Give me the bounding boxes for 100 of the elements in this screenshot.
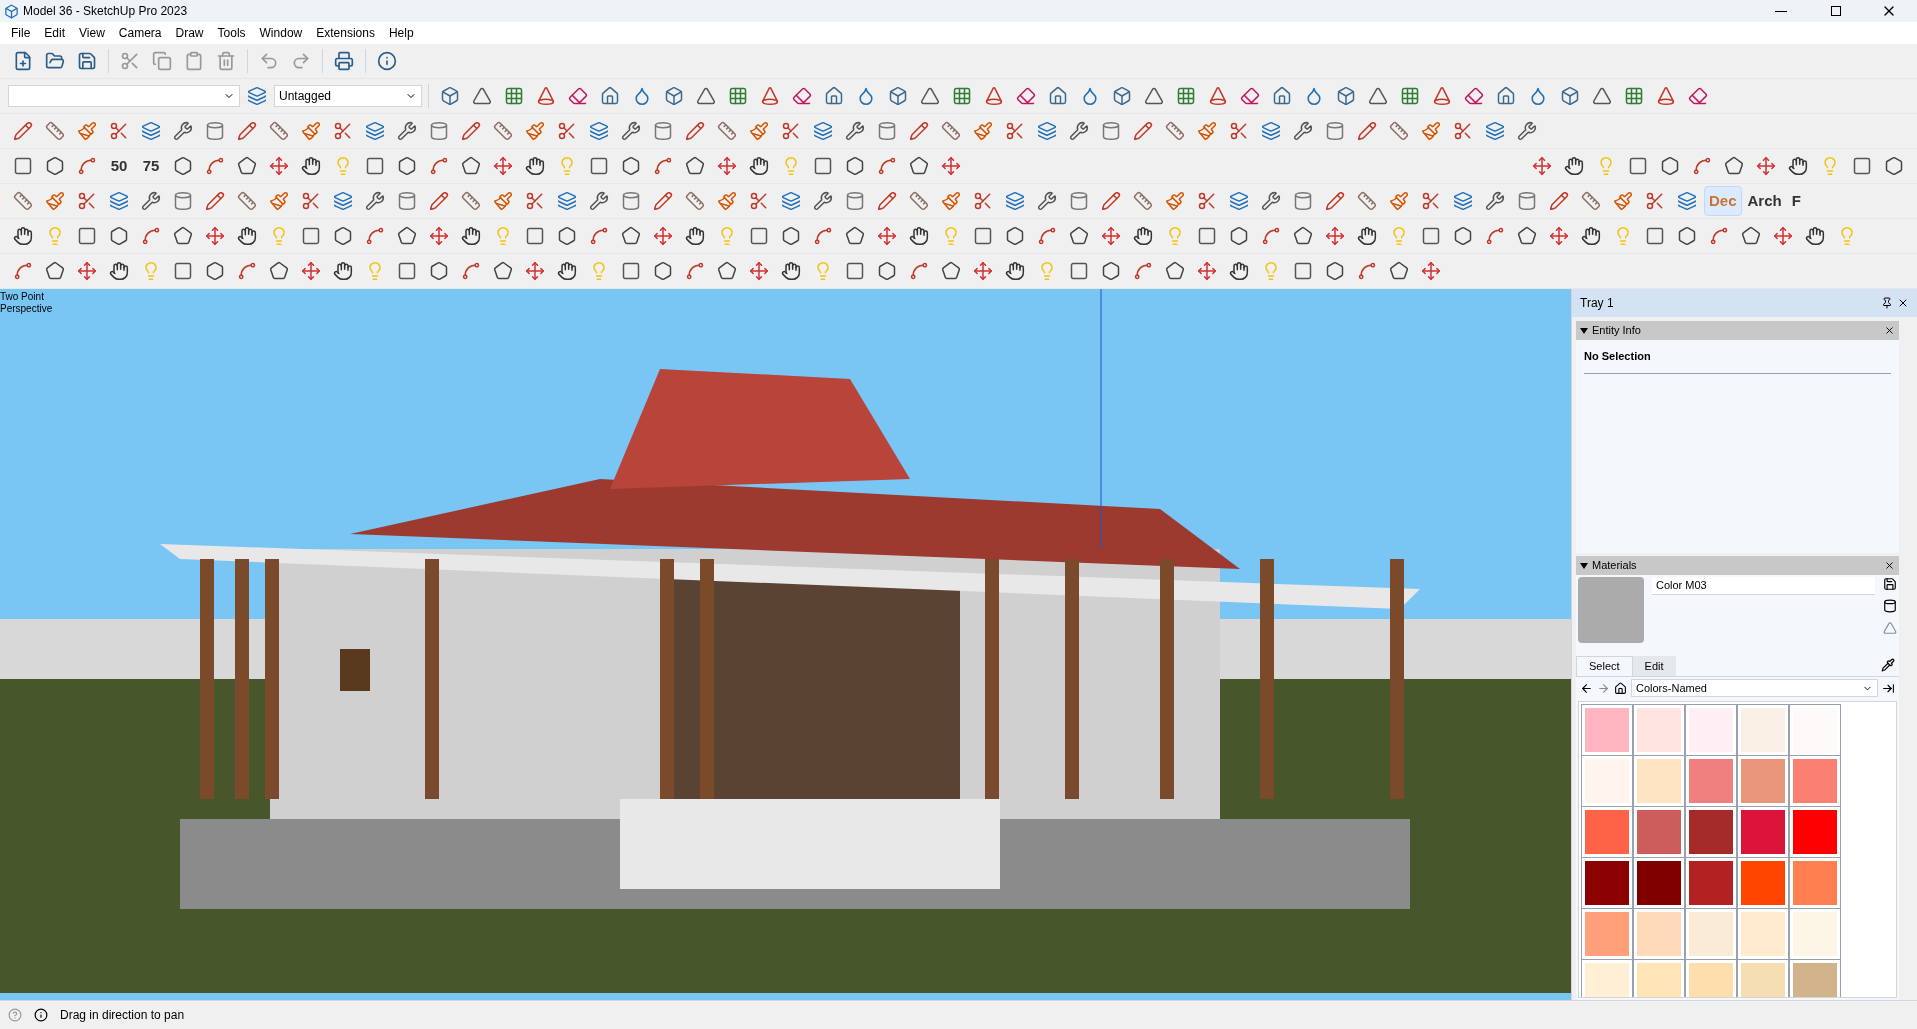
color-swatch[interactable] <box>1582 807 1632 857</box>
color-swatch[interactable] <box>1790 705 1840 755</box>
color-swatch[interactable] <box>1790 909 1840 959</box>
color-swatch[interactable] <box>1634 960 1684 997</box>
color-swatch[interactable] <box>1738 960 1788 997</box>
color-swatch[interactable] <box>1738 858 1788 908</box>
library-select[interactable]: Colors-Named <box>1631 679 1878 697</box>
save-icon[interactable] <box>1883 577 1897 591</box>
color-swatch[interactable] <box>1686 858 1736 908</box>
scissors-icon <box>109 121 129 141</box>
hexagon-icon <box>1005 226 1025 246</box>
help-icon[interactable] <box>8 1008 22 1022</box>
color-swatch[interactable] <box>1686 756 1736 806</box>
paintbrush-icon <box>1613 191 1633 211</box>
panel-header[interactable]: Materials <box>1576 556 1899 575</box>
pentagon-icon <box>1724 156 1744 176</box>
color-swatch[interactable] <box>1686 960 1736 997</box>
color-swatch[interactable] <box>1582 705 1632 755</box>
curve-icon <box>1133 261 1153 281</box>
color-swatch[interactable] <box>1790 756 1840 806</box>
pin-icon[interactable] <box>1881 297 1893 309</box>
pentagon-icon <box>941 261 961 281</box>
menu-item[interactable]: Help <box>381 24 421 42</box>
curve-icon <box>653 156 673 176</box>
curve-icon <box>1709 226 1729 246</box>
color-swatch[interactable] <box>1738 705 1788 755</box>
menu-item[interactable]: Extensions <box>309 24 382 42</box>
material-name-field[interactable]: Color M03 <box>1652 577 1875 595</box>
layers-icon <box>333 191 353 211</box>
layer-field[interactable] <box>8 85 240 107</box>
grid-icon <box>952 86 972 106</box>
new-file-icon <box>13 51 33 71</box>
back-arrow-icon[interactable] <box>1580 681 1593 695</box>
hexagon-icon <box>621 156 641 176</box>
maximize-icon[interactable] <box>1831 6 1841 16</box>
minimize-icon[interactable] <box>1775 10 1787 12</box>
unit-button[interactable]: F <box>1787 186 1805 216</box>
color-swatch[interactable] <box>1582 909 1632 959</box>
close-icon[interactable] <box>1897 297 1909 309</box>
model-viewport[interactable]: Two Point Perspective <box>0 289 1571 1000</box>
color-swatch[interactable] <box>1582 756 1632 806</box>
color-swatch[interactable] <box>1582 960 1632 997</box>
trash-icon <box>216 51 236 71</box>
wrench-icon <box>1293 121 1313 141</box>
curve-icon <box>429 156 449 176</box>
menu-item[interactable]: View <box>72 24 112 42</box>
info-icon <box>377 51 397 71</box>
panel-header[interactable]: Entity Info <box>1576 321 1899 340</box>
color-swatch[interactable] <box>1634 807 1684 857</box>
hand-icon <box>557 261 577 281</box>
color-swatch[interactable] <box>1634 909 1684 959</box>
ruler-icon <box>45 121 65 141</box>
status-message: Drag in direction to pan <box>60 1007 185 1024</box>
eyedropper-icon[interactable] <box>1881 658 1895 672</box>
arrow-icon[interactable] <box>1882 681 1895 695</box>
color-swatch[interactable] <box>1790 807 1840 857</box>
color-swatch[interactable] <box>1686 909 1736 959</box>
cube-icon <box>888 86 908 106</box>
unit-button[interactable]: Arch <box>1743 186 1786 216</box>
paintbrush-icon <box>941 191 961 211</box>
cylinder-icon <box>397 191 417 211</box>
color-swatch[interactable] <box>1582 858 1632 908</box>
color-swatch[interactable] <box>1686 705 1736 755</box>
color-swatch[interactable] <box>1634 756 1684 806</box>
color-swatch[interactable] <box>1634 705 1684 755</box>
scissors-icon <box>1645 191 1665 211</box>
color-swatch[interactable] <box>1634 858 1684 908</box>
color-swatch[interactable] <box>1790 960 1840 997</box>
close-icon[interactable] <box>1884 325 1895 336</box>
materials-tab[interactable]: Edit <box>1632 656 1676 676</box>
menu-item[interactable]: Draw <box>168 24 211 42</box>
number-tool-button[interactable]: 75 <box>136 151 166 181</box>
menu-item[interactable]: File <box>4 24 38 42</box>
triangle-icon[interactable] <box>1883 621 1897 635</box>
color-swatch[interactable] <box>1790 858 1840 908</box>
pencil-icon <box>909 121 929 141</box>
number-tool-button[interactable]: 50 <box>104 151 134 181</box>
menu-item[interactable]: Window <box>252 24 310 42</box>
color-swatch[interactable] <box>1738 909 1788 959</box>
color-swatch[interactable] <box>1738 807 1788 857</box>
materials-tab[interactable]: Select <box>1576 656 1633 676</box>
eraser-icon <box>792 86 812 106</box>
square-icon <box>1421 226 1441 246</box>
pentagon-icon <box>1517 226 1537 246</box>
undo-icon <box>259 51 279 71</box>
color-swatch[interactable] <box>1686 807 1736 857</box>
pencil-icon <box>1325 191 1345 211</box>
scissors-icon <box>301 191 321 211</box>
curve-icon <box>13 261 33 281</box>
curve-icon <box>141 226 161 246</box>
info-icon[interactable] <box>34 1008 48 1022</box>
color-swatch[interactable] <box>1738 756 1788 806</box>
menu-item[interactable]: Tools <box>210 24 253 42</box>
house-icon[interactable] <box>1614 681 1627 695</box>
pencil-icon <box>13 121 33 141</box>
menu-item[interactable]: Camera <box>111 24 169 42</box>
tag-select[interactable]: Untagged <box>274 85 422 107</box>
cylinder-icon[interactable] <box>1883 599 1897 613</box>
menu-item[interactable]: Edit <box>37 24 73 42</box>
close-icon[interactable] <box>1884 560 1895 571</box>
